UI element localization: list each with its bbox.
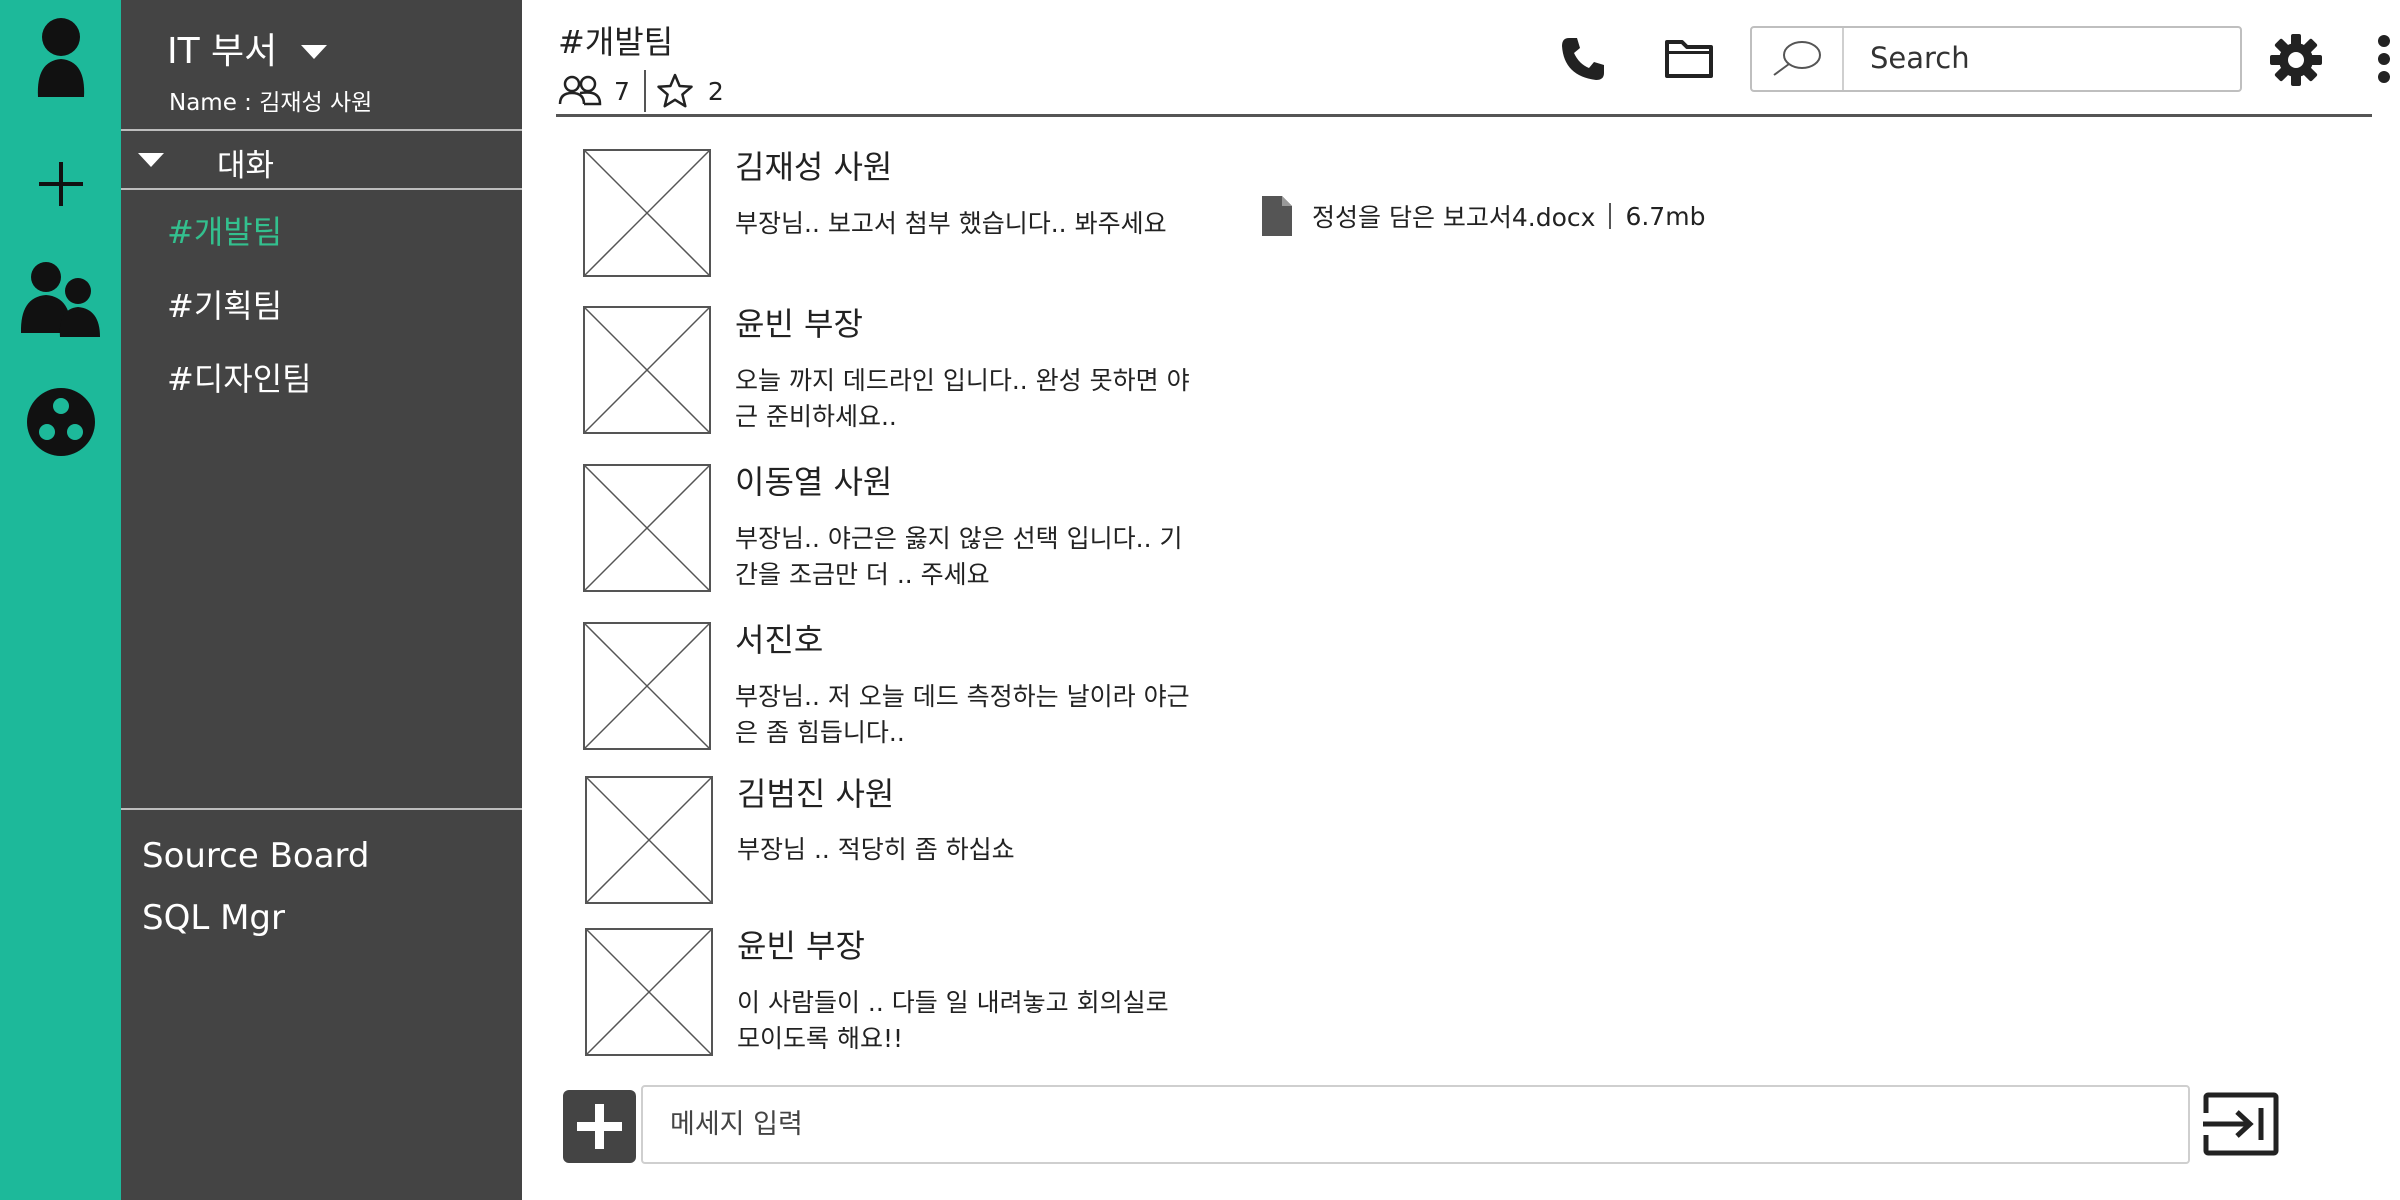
message-text: 오늘 까지 데드라인 입니다.. 완성 못하면 야근 준비하세요.. [735,366,1190,431]
apps-icon [26,388,95,456]
source-board-link[interactable]: Source Board [142,836,370,876]
folder-icon[interactable] [1664,36,1714,80]
message-author[interactable]: 김범진 사원 [737,769,894,815]
channel-title: #개발팀 [558,23,674,61]
message-input[interactable] [641,1085,2190,1164]
avatar[interactable] [583,149,711,277]
message-author[interactable]: 윤빈 부장 [735,299,863,345]
apps-button[interactable] [0,386,121,458]
channel-item-dev[interactable]: #개발팀 [167,207,282,253]
header-divider [556,114,2372,117]
icon-rail [0,0,121,1200]
search-input[interactable] [1870,40,2220,76]
file-attachment[interactable]: 정성을 담은 보고서4.docx 6.7mb [1260,196,1705,236]
avatar[interactable] [585,776,713,904]
channel-item-design[interactable]: #디자인팀 [167,354,312,400]
divider [643,70,646,112]
search-box[interactable] [1750,26,2242,92]
users-icon [20,262,100,337]
gear-icon[interactable] [2269,33,2323,87]
section-label: 대화 [217,148,275,184]
profile-icon [37,18,84,97]
divider [1609,203,1612,229]
caret-down-icon [138,153,164,167]
add-icon [38,162,83,206]
file-icon [1262,196,1292,236]
message-text: 부장님.. 저 오늘 데드 측정하는 날이라 야근은 좀 힘듭니다.. [735,682,1190,747]
star-icon[interactable] [656,73,694,109]
attachment-size: 6.7mb [1625,201,1706,231]
section-toggle[interactable]: 대화 [121,132,522,186]
avatar[interactable] [583,464,711,592]
workspace-switcher[interactable]: IT 부서 [167,26,328,78]
member-count: 7 [614,76,630,106]
attachment-filename: 정성을 담은 보고서4.docx [1312,203,1596,232]
avatar[interactable] [583,306,711,434]
message-author[interactable]: 김재성 사원 [735,142,892,188]
search-icon [1773,41,1821,76]
add-workspace-button[interactable] [0,156,121,212]
workspace-name: IT 부서 [167,31,278,72]
channel-sidebar: IT 부서 Name : 김재성 사원 대화 #개발팀 #기획팀 #디자인팀 S… [121,0,522,1200]
star-count: 2 [707,76,724,106]
divider [121,808,522,810]
message-author[interactable]: 서진호 [735,615,823,661]
add-attachment-button[interactable] [563,1090,636,1163]
avatar[interactable] [583,622,711,750]
channel-meta: 7 2 [558,70,724,112]
divider [1842,28,1844,90]
message-author[interactable]: 윤빈 부장 [737,921,865,967]
divider [121,129,522,131]
sql-mgr-link[interactable]: SQL Mgr [142,898,285,938]
phone-icon[interactable] [1560,36,1606,82]
user-name: Name : 김재성 사원 [169,90,373,116]
divider [121,188,522,190]
channel-item-planning[interactable]: #기획팀 [167,281,282,327]
message-text: 부장님.. 보고서 첨부 했습니다.. 봐주세요 [735,209,1167,238]
users-button[interactable] [0,256,121,340]
profile-button[interactable] [0,15,121,101]
message-text: 부장님 .. 적당히 좀 하십쇼 [737,835,1015,864]
message-text: 부장님.. 야근은 옳지 않은 선택 입니다.. 기간을 조금만 더 .. 주세… [735,524,1183,589]
send-icon[interactable] [2203,1092,2279,1156]
avatar[interactable] [585,928,713,1056]
plus-icon [577,1104,622,1149]
more-icon[interactable] [2376,34,2392,84]
caret-down-icon [301,45,328,59]
members-icon[interactable] [558,75,602,107]
message-author[interactable]: 이동열 사원 [735,457,892,503]
message-text: 이 사람들이 .. 다들 일 내려놓고 회의실로 모이도록 해요!! [737,988,1169,1053]
